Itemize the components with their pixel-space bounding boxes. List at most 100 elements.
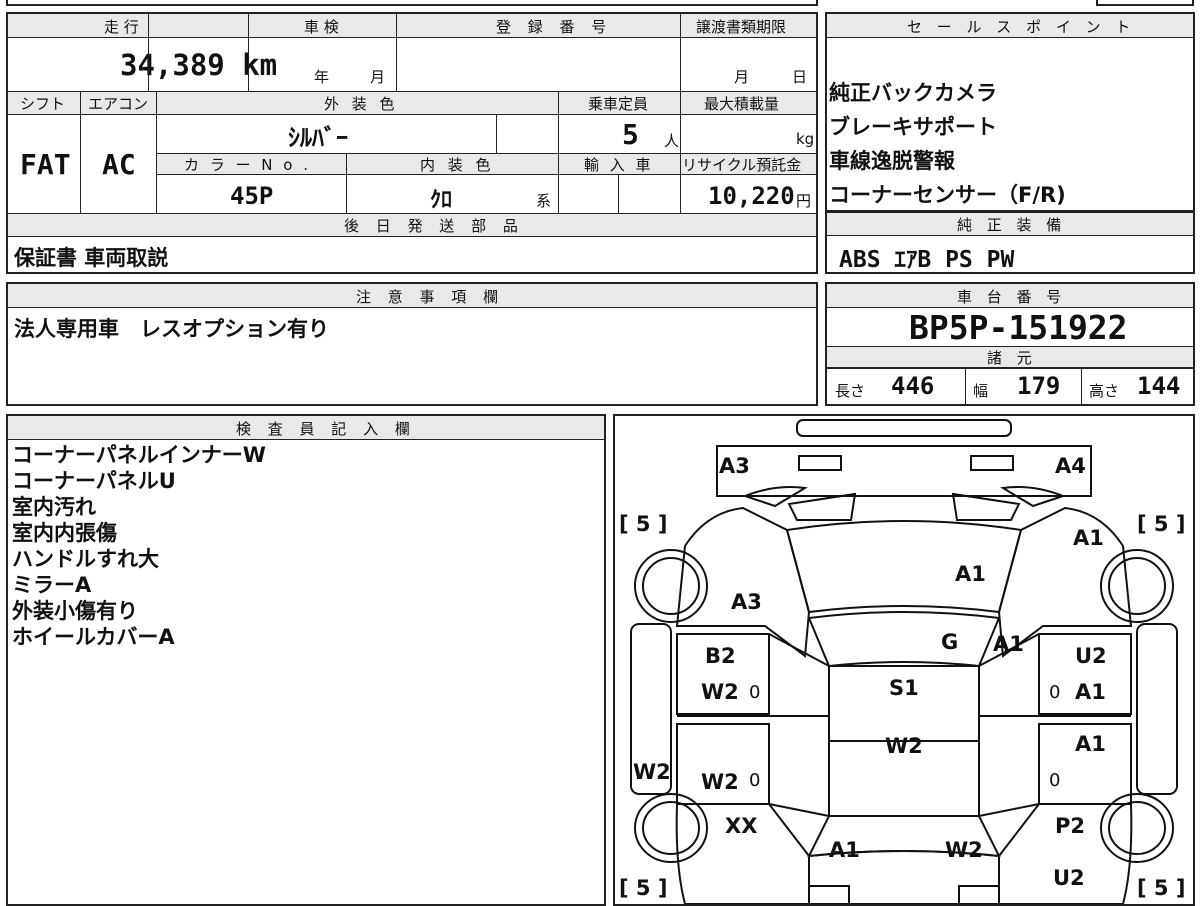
sales-point-item: コーナーセンサー（F/R) (829, 183, 1066, 207)
interior-color-label: 内 装 色 (420, 156, 495, 174)
color-no-value: 45P (230, 182, 274, 210)
sales-points-label: セ ー ル ス ポ イ ン ト (907, 18, 1136, 36)
damage-code-right-rear-fender: P2 (1055, 814, 1086, 838)
sales-points-panel: セ ー ル ス ポ イ ン ト 純正バックカメラ ブレーキサポート 車線逸脱警報… (825, 12, 1195, 212)
door-marker: 0 (1049, 682, 1061, 703)
damage-code-right-rear-corner: U2 (1053, 866, 1085, 890)
chassis-label: 車 台 番 号 (957, 288, 1067, 306)
max-load-label: 最大積載量 (704, 95, 780, 113)
chassis-panel: 車 台 番 号 BP5P-151922 諸 元 長さ 446 幅 179 高さ … (825, 282, 1195, 406)
registration-label: 登 録 番 号 (496, 18, 613, 36)
inspector-line: ホイールカバーA (12, 625, 175, 649)
inspector-line: ミラーA (12, 573, 92, 597)
inspector-line: ハンドルすれ大 (12, 547, 159, 571)
recycle-unit: 円 (796, 192, 812, 210)
import-label: 輸 入 車 (584, 156, 654, 174)
damage-code-front-right-corner: A4 (1055, 454, 1086, 478)
damage-code-left-front-door: W2 (701, 680, 739, 704)
color-no-label: カ ラ ー N o . (184, 156, 312, 174)
damage-diagram-panel: [ 5 ] [ 5 ] [ 5 ] [ 5 ] A3 A4 A1 A3 A1 G… (613, 414, 1195, 906)
damage-code-trunk-right: W2 (945, 838, 983, 862)
tire-rear-right: [ 5 ] (1137, 876, 1186, 900)
top-strip-right (1096, 0, 1194, 6)
damage-code-right-rear-door: A1 (1075, 732, 1106, 756)
tire-front-left: [ 5 ] (619, 512, 668, 536)
tire-rear-left: [ 5 ] (619, 876, 668, 900)
damage-code-roof-rear: W2 (885, 734, 923, 758)
damage-code-right-front-fender: A1 (1073, 526, 1104, 550)
width-value: 179 (1017, 372, 1061, 400)
damage-code-trunk: A1 (829, 838, 860, 862)
exterior-color-value: ｼﾙﾊﾞｰ (288, 124, 348, 152)
height-label: 高さ (1089, 382, 1120, 400)
capacity-unit: 人 (664, 132, 680, 150)
inspector-line: コーナーパネルインナーW (12, 443, 266, 467)
inspection-label: 車 検 (304, 18, 339, 36)
damage-code-front-left-corner: A3 (719, 454, 750, 478)
standard-equipment-label: 純 正 装 備 (957, 216, 1067, 234)
damage-code-right-front-door: U2 (1075, 644, 1107, 668)
door-marker: 0 (749, 770, 761, 791)
sales-point-item: 純正バックカメラ (829, 81, 997, 105)
inspector-line: 室内汚れ (12, 495, 96, 519)
exterior-color-label: 外 装 色 (324, 95, 399, 113)
specs-label: 諸 元 (987, 349, 1037, 367)
damage-code-roof: S1 (889, 676, 919, 700)
height-value: 144 (1137, 372, 1181, 400)
transfer-day-unit: 日 (792, 68, 808, 86)
ac-label: エアコン (88, 95, 149, 113)
sales-point-item: 車線逸脱警報 (829, 149, 955, 173)
inspection-year-unit: 年 (314, 68, 330, 86)
capacity-label: 乗車定員 (588, 95, 649, 113)
recycle-value: 10,220 (708, 182, 795, 210)
capacity-value: 5 (622, 118, 639, 151)
damage-code-left-front-fender: A3 (731, 590, 762, 614)
ac-value: AC (102, 148, 136, 181)
damage-code-hood: A1 (955, 562, 986, 586)
later-parts-label: 後 日 発 送 部 品 (344, 217, 524, 235)
damage-code-left-sill: W2 (633, 760, 671, 784)
damage-code-right-front-door: A1 (1075, 680, 1106, 704)
recycle-label: リサイクル預託金 (682, 156, 802, 174)
inspection-month-unit: 月 (370, 68, 386, 86)
shift-value: FAT (20, 148, 71, 181)
interior-color-suffix: 系 (536, 192, 552, 210)
tire-front-right: [ 5 ] (1137, 512, 1186, 536)
chassis-number: BP5P-151922 (909, 308, 1128, 347)
tire-front-right-value: 5 (1153, 512, 1169, 536)
door-marker: 0 (749, 682, 761, 703)
mileage-value: 34,389 km (120, 48, 278, 82)
mileage-label: 走 行 (104, 18, 139, 36)
transfer-deadline-label: 譲渡書類期限 (696, 18, 787, 36)
shift-label: シフト (20, 95, 66, 113)
damage-code-windshield: G (941, 630, 959, 654)
damage-code-left-rear-fender: XX (725, 814, 758, 838)
inspector-line: 室内内張傷 (12, 521, 117, 545)
damage-code-left-front-door: B2 (705, 644, 736, 668)
width-label: 幅 (973, 382, 989, 400)
damage-code-left-rear-door: W2 (701, 770, 739, 794)
tire-rear-left-value: 5 (635, 876, 651, 900)
standard-equipment-value: ABS ｴｱB PS PW (839, 247, 1015, 273)
tire-rear-right-value: 5 (1153, 876, 1169, 900)
max-load-unit: kg (796, 130, 815, 148)
inspector-notes: コーナーパネルインナーW コーナーパネルU 室内汚れ 室内内張傷 ハンドルすれ大… (12, 442, 266, 650)
later-parts-value: 保証書 車両取説 (14, 246, 169, 270)
inspector-line: 外装小傷有り (12, 599, 138, 623)
inspector-label: 検 査 員 記 入 欄 (236, 420, 416, 438)
damage-code-windshield-right: A1 (993, 632, 1024, 656)
inspector-panel: 検 査 員 記 入 欄 コーナーパネルインナーW コーナーパネルU 室内汚れ 室… (6, 414, 606, 906)
length-value: 446 (891, 372, 935, 400)
tire-front-left-value: 5 (635, 512, 651, 536)
interior-color-value: ｸﾛ (430, 188, 453, 213)
standard-equipment-panel: 純 正 装 備 ABS ｴｱB PS PW (825, 212, 1195, 274)
notes-value: 法人専用車 レスオプション有り (14, 317, 329, 341)
transfer-month-unit: 月 (734, 68, 750, 86)
inspector-line: コーナーパネルU (12, 469, 176, 493)
vehicle-info-panel: 走 行 車 検 登 録 番 号 譲渡書類期限 34,389 km 年 月 月 日… (6, 12, 818, 274)
sales-point-item: ブレーキサポート (829, 115, 997, 139)
top-strip (6, 0, 818, 6)
notes-label: 注 意 事 項 欄 (356, 288, 505, 306)
length-label: 長さ (835, 382, 866, 400)
door-marker: 0 (1049, 770, 1061, 791)
